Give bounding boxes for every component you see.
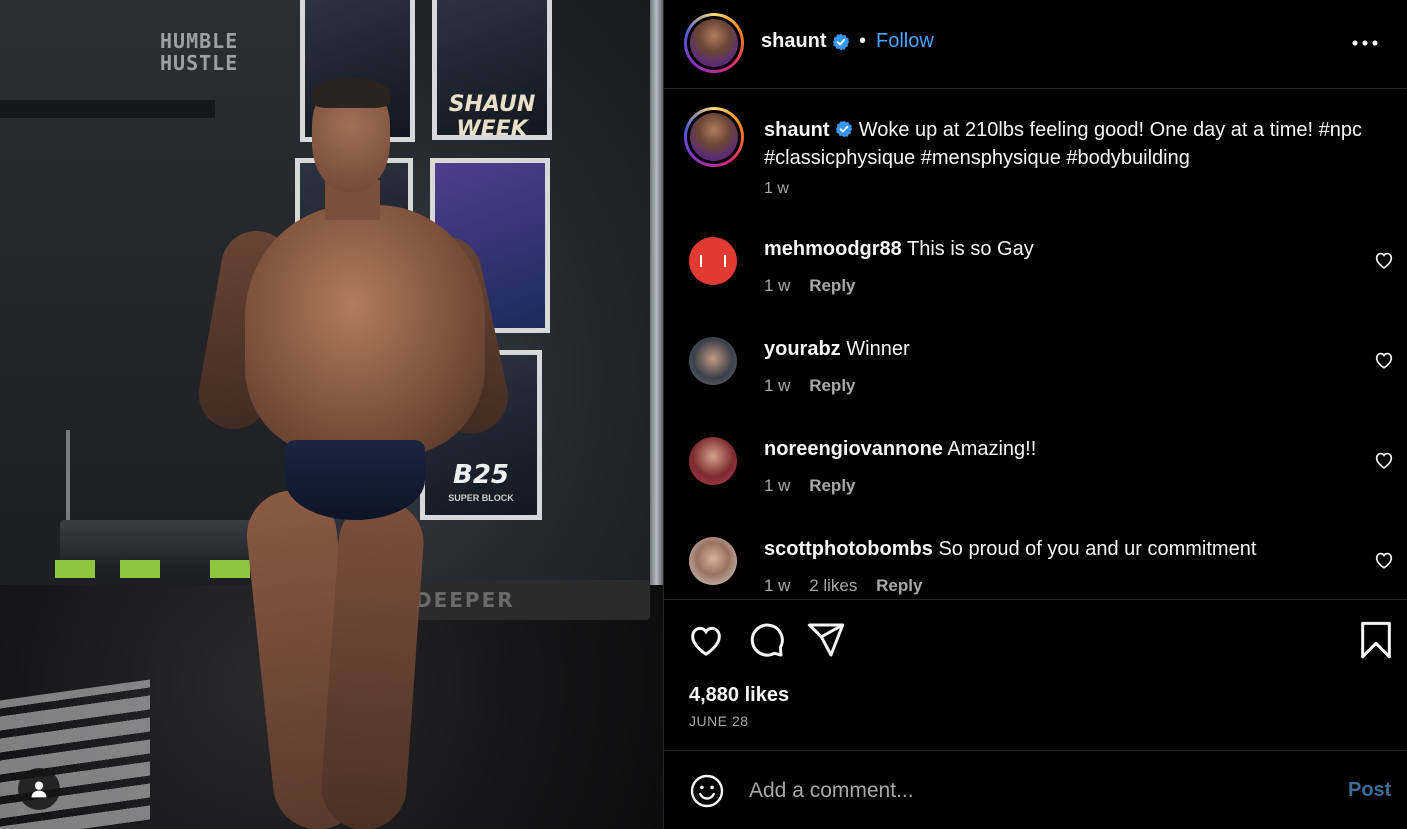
comment-body: Amazing!! — [947, 438, 1037, 460]
commenter-username[interactable]: mehmoodgr88 — [764, 238, 902, 260]
header-separator: • — [859, 30, 867, 52]
comment-body: Winner — [846, 338, 910, 360]
comment-body: This is so Gay — [907, 238, 1034, 260]
more-options-button[interactable] — [1347, 28, 1383, 58]
heart-icon[interactable] — [1373, 549, 1395, 571]
post-date[interactable]: JUNE 28 — [689, 713, 749, 729]
post-header: shaunt • Follow — [664, 0, 1407, 89]
post-actions: 4,880 likes JUNE 28 — [664, 599, 1407, 750]
reply-button[interactable]: Reply — [809, 376, 855, 395]
more-horizontal-icon — [1352, 40, 1378, 46]
caption-username[interactable]: shaunt — [764, 119, 830, 141]
comment-time[interactable]: 1 w — [764, 376, 790, 395]
figure-briefs — [285, 440, 425, 520]
comment-meta: 1 w Reply — [764, 476, 870, 496]
caption-avatar[interactable] — [684, 107, 744, 167]
post-comment-button[interactable]: Post — [1348, 779, 1391, 802]
follow-button[interactable]: Follow — [876, 30, 934, 53]
bench-foot — [55, 560, 95, 578]
bookmark-icon[interactable] — [1356, 620, 1396, 660]
figure-torso — [245, 205, 485, 455]
emoji-smile-icon[interactable] — [689, 773, 725, 809]
wall-trim — [0, 100, 215, 118]
commenter-avatar[interactable] — [689, 237, 737, 285]
comment-text: noreengiovannone Amazing!! — [764, 438, 1036, 461]
author-avatar[interactable] — [684, 13, 744, 73]
comment-body: So proud of you and ur commitment — [938, 538, 1257, 560]
comment-composer: Post — [664, 750, 1407, 829]
comment-bubble-icon[interactable] — [746, 620, 786, 660]
comment-time[interactable]: 1 w — [764, 276, 790, 295]
verified-badge-icon — [835, 120, 853, 138]
heart-icon[interactable] — [1373, 249, 1395, 271]
heart-icon[interactable] — [686, 620, 726, 660]
comment-time[interactable]: 1 w — [764, 576, 790, 595]
user-icon — [31, 781, 47, 798]
comment-text: scottphotobombs So proud of you and ur c… — [764, 538, 1256, 561]
heart-icon[interactable] — [1373, 349, 1395, 371]
rack-pole — [650, 0, 663, 620]
comment-meta: 1 w 2 likes Reply — [764, 576, 936, 596]
comment-like-count[interactable]: 2 likes — [809, 576, 857, 595]
comment-item: yourabz Winner 1 w Reply — [664, 337, 1407, 437]
floor-graphic — [0, 679, 150, 829]
caption-text: Woke up at 210lbs feeling good! One day … — [764, 119, 1362, 169]
verified-badge-icon — [832, 33, 850, 51]
bodybuilder-figure — [193, 70, 515, 829]
commenter-avatar[interactable] — [689, 437, 737, 485]
bench-foot — [120, 560, 160, 578]
commenter-username[interactable]: yourabz — [764, 338, 841, 360]
comment-text: yourabz Winner — [764, 338, 910, 361]
reply-button[interactable]: Reply — [809, 276, 855, 295]
tagged-users-button[interactable] — [18, 768, 60, 810]
paper-plane-icon[interactable] — [806, 620, 846, 660]
caption-timestamp[interactable]: 1 w — [764, 180, 789, 198]
post-caption: shaunt Woke up at 210lbs feeling good! O… — [764, 116, 1364, 172]
commenter-username[interactable]: scottphotobombs — [764, 538, 933, 560]
post-detail-panel: shaunt • Follow shaunt Woke up at 210lbs… — [663, 0, 1407, 829]
comment-item: mehmoodgr88 This is so Gay 1 w Reply — [664, 237, 1407, 337]
comment-meta: 1 w Reply — [764, 276, 870, 296]
comment-input[interactable] — [749, 771, 1309, 811]
comment-meta: 1 w Reply — [764, 376, 870, 396]
commenter-username[interactable]: noreengiovannone — [764, 438, 943, 460]
comment-time[interactable]: 1 w — [764, 476, 790, 495]
reply-button[interactable]: Reply — [809, 476, 855, 495]
post-photo[interactable]: HUMBLE HUSTLE SHAUN WEEK B25 SUPER BLOCK… — [0, 0, 663, 829]
author-username[interactable]: shaunt — [761, 30, 827, 53]
reply-button[interactable]: Reply — [876, 576, 922, 595]
commenter-avatar[interactable] — [689, 537, 737, 585]
comment-item: noreengiovannone Amazing!! 1 w Reply — [664, 437, 1407, 537]
commenter-avatar[interactable] — [689, 337, 737, 385]
figure-hair — [312, 78, 390, 108]
heart-icon[interactable] — [1373, 449, 1395, 471]
like-count[interactable]: 4,880 likes — [689, 684, 789, 707]
comment-text: mehmoodgr88 This is so Gay — [764, 238, 1034, 261]
comments-scroll-area[interactable]: shaunt Woke up at 210lbs feeling good! O… — [664, 90, 1407, 599]
comment-item: scottphotobombs So proud of you and ur c… — [664, 537, 1407, 599]
